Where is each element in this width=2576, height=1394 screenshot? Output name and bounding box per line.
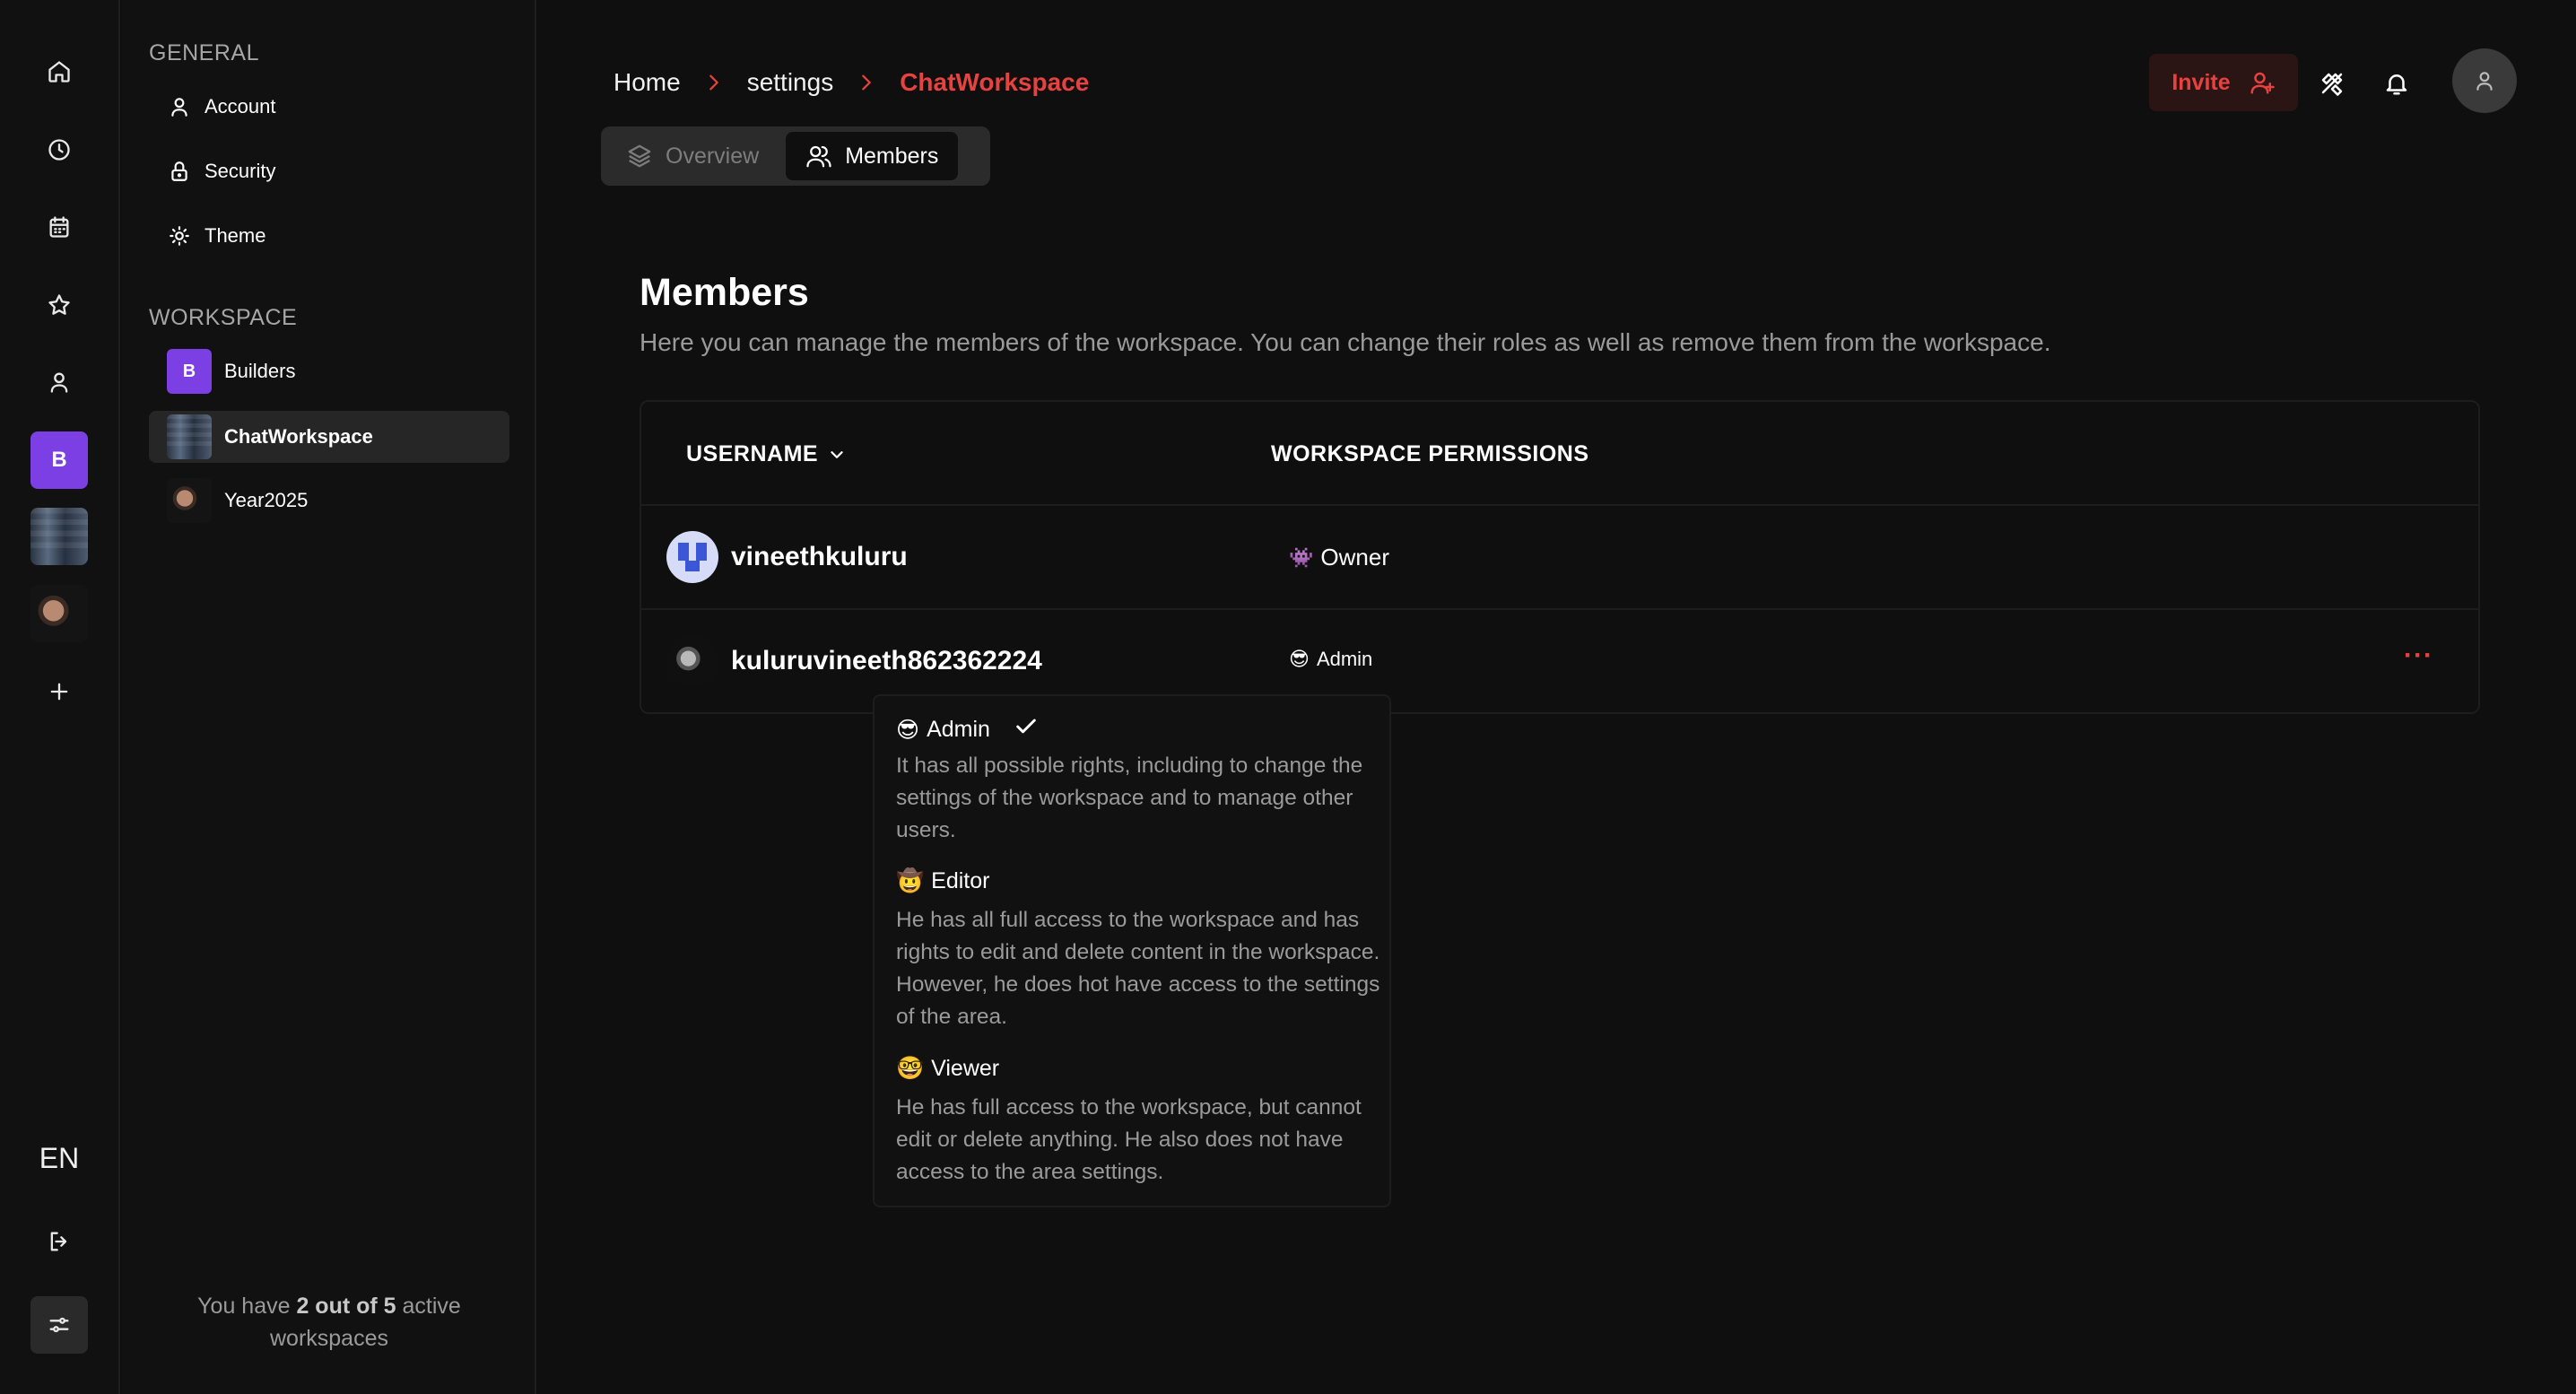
table-row: vineethkuluru 👾 Owner (641, 506, 2478, 608)
role-name: Editor (931, 868, 990, 893)
quota-count: 2 out of 5 (296, 1294, 396, 1319)
workspace-section-title: WORKSPACE (149, 305, 298, 330)
role-emoji: 👾 (1289, 545, 1314, 569)
role-emoji: 😎 (1289, 648, 1310, 670)
home-icon[interactable] (30, 43, 88, 100)
breadcrumb-home[interactable]: Home (614, 68, 681, 97)
sun-icon (165, 222, 194, 250)
sidebar-item-label: Security (205, 160, 276, 182)
role-emoji: 🤓 (896, 1056, 925, 1081)
role-name: Admin (927, 717, 990, 742)
logout-icon[interactable] (30, 1213, 88, 1270)
role-emoji: 🤠 (896, 868, 925, 893)
quota-prefix: You have (197, 1294, 297, 1319)
star-icon[interactable] (30, 276, 88, 334)
user-icon (165, 92, 194, 121)
sidebar-item-theme[interactable]: Theme (149, 210, 509, 262)
workspace-builders-button[interactable]: B (30, 431, 88, 489)
sidebar-item-label: Account (205, 95, 276, 118)
language-switch[interactable]: EN (30, 1129, 88, 1187)
breadcrumb: Home settings ChatWorkspace (614, 65, 1089, 100)
role-label: Admin (1316, 648, 1373, 670)
member-username: vineethkuluru (731, 542, 908, 571)
column-header-permissions: WORKSPACE PERMISSIONS (1271, 441, 1589, 467)
role-option-viewer[interactable]: 🤓 Viewer (896, 1056, 999, 1082)
invite-button[interactable]: Invite (2149, 54, 2298, 111)
sidebar-item-account[interactable]: Account (149, 81, 509, 133)
column-header-username[interactable]: USERNAME (686, 441, 847, 467)
plus-icon[interactable] (30, 663, 88, 720)
role-badge: 👾 Owner (1289, 544, 1389, 571)
chevron-right-icon (857, 73, 876, 92)
role-option-admin[interactable]: 😎 Admin (896, 714, 1039, 745)
role-dropdown: 😎 Admin It has all possible rights, incl… (873, 694, 1391, 1207)
page-title: Members (640, 271, 809, 314)
sidebar-item-label: Builders (224, 360, 296, 382)
quota-suffix-2: workspaces (270, 1326, 388, 1351)
chevron-down-icon (831, 450, 843, 458)
settings-sidebar: GENERAL Account Security Theme WORKSPACE… (122, 0, 536, 1394)
sidebar-item-year2025[interactable]: Year2025 (149, 475, 509, 527)
bell-icon[interactable] (2376, 63, 2417, 104)
user-icon[interactable] (30, 353, 88, 411)
role-emoji: 😎 (896, 717, 920, 743)
column-label: USERNAME (686, 441, 819, 466)
role-name: Viewer (931, 1056, 1000, 1081)
tab-label: Overview (666, 143, 760, 169)
role-option-editor[interactable]: 🤠 Editor (896, 868, 989, 894)
lock-icon (165, 157, 194, 186)
sidebar-item-chatworkspace[interactable]: ChatWorkspace (149, 411, 509, 463)
tab-overview[interactable]: Overview (606, 132, 779, 180)
calendar-icon[interactable] (30, 198, 88, 256)
breadcrumb-settings[interactable]: settings (747, 68, 834, 97)
clock-icon[interactable] (30, 121, 88, 179)
layers-icon (628, 144, 651, 168)
general-section-title: GENERAL (149, 40, 259, 65)
workspace-quota-note: You have 2 out of 5 active workspaces (122, 1290, 536, 1355)
member-username: kuluruvineeth862362224 (731, 646, 1042, 675)
workspace-chatworkspace-button[interactable] (30, 508, 88, 565)
user-plus-icon (2250, 72, 2275, 94)
breadcrumb-current: ChatWorkspace (900, 68, 1090, 96)
quota-suffix: active (396, 1294, 461, 1319)
tools-icon[interactable] (2311, 63, 2353, 104)
sidebar-item-label: ChatWorkspace (224, 425, 373, 448)
settings-tabs: Overview Members (601, 126, 990, 186)
workspace-avatar: B (167, 349, 212, 394)
user-avatar[interactable] (2452, 48, 2517, 113)
invite-label: Invite (2171, 69, 2231, 95)
page-description: Here you can manage the members of the w… (640, 328, 2051, 356)
chevron-right-icon (704, 73, 724, 92)
users-icon (806, 145, 831, 168)
tab-members[interactable]: Members (786, 132, 959, 180)
tab-label: Members (845, 143, 939, 169)
workspace-year2025-button[interactable] (30, 585, 88, 642)
role-select[interactable]: 😎 Admin (1289, 648, 1372, 671)
sidebar-item-builders[interactable]: B Builders (149, 345, 509, 397)
sidebar-item-label: Year2025 (224, 489, 309, 511)
role-label: Owner (1320, 544, 1389, 571)
avatar (666, 531, 718, 583)
user-icon (2476, 72, 2493, 91)
sidebar-item-label: Theme (205, 224, 266, 247)
avatar (666, 635, 718, 687)
more-options-icon[interactable]: ··· (2404, 640, 2433, 671)
sidebar-item-security[interactable]: Security (149, 145, 509, 197)
language-label: EN (39, 1141, 80, 1174)
role-description: He has all full access to the workspace … (896, 908, 1380, 1029)
role-description: He has full access to the workspace, but… (896, 1095, 1362, 1184)
column-label: WORKSPACE PERMISSIONS (1271, 441, 1589, 466)
workspace-initial: B (182, 361, 196, 381)
workspace-initial: B (51, 448, 67, 472)
workspace-avatar (167, 478, 212, 523)
role-description: It has all possible rights, including to… (896, 754, 1363, 842)
members-table: USERNAME WORKSPACE PERMISSIONS vineethku… (640, 400, 2480, 714)
icon-rail: B EN (0, 0, 120, 1394)
check-icon (997, 714, 1039, 745)
workspace-avatar (167, 414, 212, 459)
sliders-icon[interactable] (30, 1296, 88, 1354)
